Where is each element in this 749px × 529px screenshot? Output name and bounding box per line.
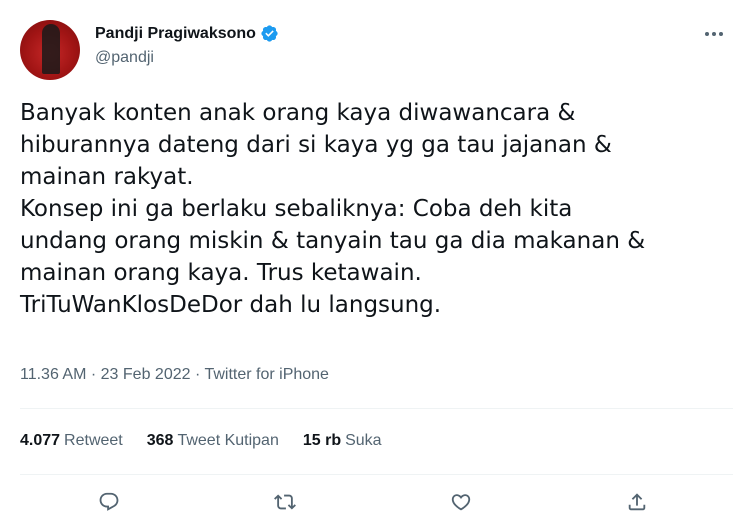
avatar[interactable] <box>20 20 80 80</box>
share-button[interactable] <box>617 482 657 522</box>
tweet-source[interactable]: Twitter for iPhone <box>204 366 329 383</box>
tweet-date[interactable]: 23 Feb 2022 <box>101 366 191 383</box>
tweet-actions <box>0 482 749 522</box>
divider <box>20 408 733 409</box>
avatar-figure <box>42 24 60 74</box>
quotes-label: Tweet Kutipan <box>177 432 279 449</box>
likes-count: 15 rb <box>302 432 342 449</box>
meta-separator: · <box>194 366 201 383</box>
reply-button[interactable] <box>89 482 129 522</box>
like-icon <box>451 494 471 511</box>
likes-label: Suka <box>345 432 382 449</box>
quotes-stat[interactable]: 368 Tweet Kutipan <box>147 432 279 450</box>
retweets-count: 4.077 <box>20 432 61 449</box>
more-icon <box>705 32 709 36</box>
reply-icon <box>99 492 119 511</box>
tweet-text: Banyak konten anak orang kaya diwawancar… <box>20 100 646 318</box>
like-button[interactable] <box>441 482 481 522</box>
more-options-button[interactable] <box>701 24 727 44</box>
retweet-button[interactable] <box>265 482 305 522</box>
tweet-time[interactable]: 11.36 AM <box>20 366 86 383</box>
author-handle[interactable]: @pandji <box>95 49 154 67</box>
tweet-stats: 4.077 Retweet 368 Tweet Kutipan 15 rb Suka <box>20 432 406 450</box>
display-name[interactable]: Pandji Pragiwaksono <box>95 25 256 43</box>
share-icon <box>628 493 646 511</box>
retweets-stat[interactable]: 4.077 Retweet <box>20 432 123 450</box>
author-name-row: Pandji Pragiwaksono <box>95 24 279 43</box>
likes-stat[interactable]: 15 rb Suka <box>303 432 382 450</box>
divider <box>20 474 733 475</box>
meta-separator: · <box>90 366 97 383</box>
quotes-count: 368 <box>146 432 174 449</box>
verified-badge-icon <box>261 25 278 42</box>
retweets-label: Retweet <box>64 432 123 449</box>
retweet-icon <box>274 494 296 510</box>
tweet-meta: 11.36 AM · 23 Feb 2022 · Twitter for iPh… <box>20 366 329 384</box>
